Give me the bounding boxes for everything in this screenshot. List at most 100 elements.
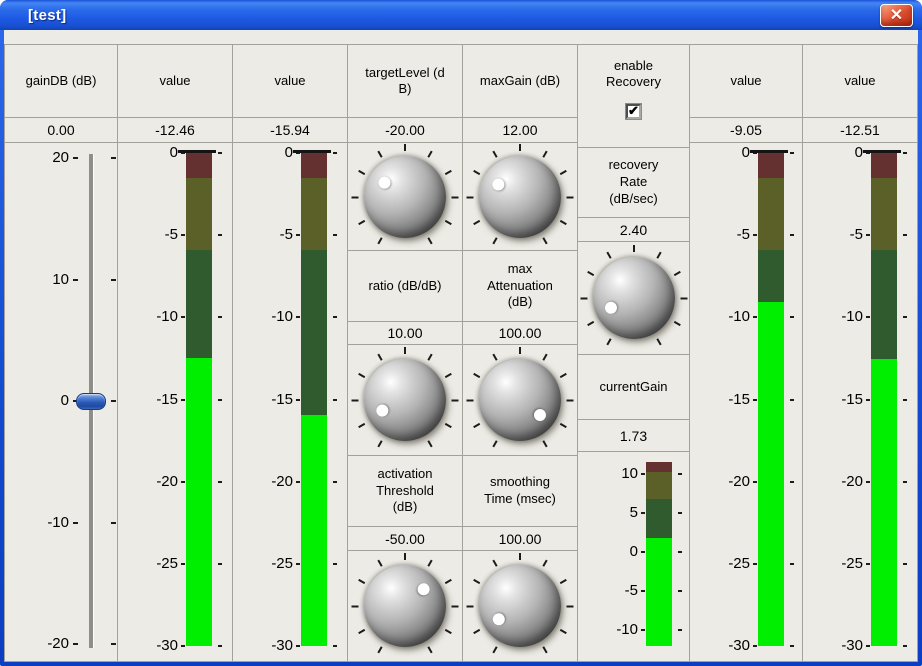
- meter-tick: [641, 590, 645, 592]
- meter-tick: [790, 563, 794, 565]
- meter-tick: [218, 645, 222, 647]
- knob-tick: [680, 298, 687, 300]
- knob-tick: [673, 271, 680, 276]
- meter-level-bar: [758, 302, 784, 646]
- recovery-rate-label: recovery Rate (dB/sec): [578, 148, 689, 218]
- knob-tick: [352, 606, 359, 608]
- meter-zero-cap: [863, 150, 901, 153]
- meter-zone-green: [758, 250, 784, 302]
- meter-scale-label: -30: [690, 637, 750, 654]
- meter-scale-label: -10: [803, 308, 863, 325]
- knob-tick: [352, 400, 359, 402]
- targetlevel-value: -20.00: [348, 118, 462, 143]
- meter-tick: [218, 563, 222, 565]
- activation-threshold-knob[interactable]: [348, 551, 462, 662]
- smoothing-time-knob[interactable]: [463, 551, 577, 662]
- knob-tick: [492, 150, 497, 157]
- meter-zone-red: [646, 462, 672, 472]
- title-bar[interactable]: [test] ✕: [0, 0, 922, 30]
- knob-tick: [445, 423, 452, 428]
- meter-tick: [296, 645, 300, 647]
- meter-tick: [866, 481, 870, 483]
- meter-tick: [753, 481, 757, 483]
- knob-tick: [587, 321, 594, 326]
- knob-body: [479, 156, 561, 238]
- meter-tick: [903, 316, 907, 318]
- column-header: gainDB (dB): [5, 44, 117, 118]
- knob-body: [479, 565, 561, 647]
- max-attenuation-knob[interactable]: [463, 345, 577, 456]
- meter-tick: [866, 563, 870, 565]
- knob-tick: [567, 606, 574, 608]
- meter-scale-label: -25: [690, 555, 750, 572]
- meter-level-bar: [186, 358, 212, 646]
- knob-tick: [560, 423, 567, 428]
- meter-scale-label: -25: [803, 555, 863, 572]
- meter-scale-label: -5: [690, 226, 750, 243]
- knob-tick: [567, 400, 574, 402]
- knob-tick: [519, 144, 521, 151]
- enable-recovery-cell: enable Recovery ✔: [578, 44, 689, 148]
- meter-scale-label: 0: [690, 144, 750, 161]
- slider-tick: [73, 157, 78, 159]
- knob-tick: [492, 354, 497, 361]
- meter-tick: [333, 316, 337, 318]
- knob-tick: [404, 144, 406, 151]
- meter-scale-label: -20: [803, 473, 863, 490]
- slider-scale-label: 0: [5, 392, 69, 409]
- meter-scale-label: -5: [578, 582, 638, 599]
- meter-value: -15.94: [233, 118, 347, 143]
- meter-zero-cap: [750, 150, 788, 153]
- knob-tick: [467, 400, 474, 402]
- close-button[interactable]: ✕: [880, 4, 913, 27]
- gaindb-slider[interactable]: 20100-10-20: [5, 143, 117, 662]
- column-meter-4: value -12.51 0-5-10-15-20-25-30: [803, 44, 918, 662]
- knob-body: [364, 359, 446, 441]
- slider-tick: [111, 522, 116, 524]
- slider-scale-label: -20: [5, 635, 69, 652]
- slider-tick: [73, 643, 78, 645]
- level-meter: 0-5-10-15-20-25-30: [803, 143, 917, 662]
- meter-scale-label: 0: [118, 144, 178, 161]
- meter-scale-label: -5: [118, 226, 178, 243]
- knob-tick: [519, 347, 521, 354]
- meter-tick: [181, 399, 185, 401]
- meter-tick: [790, 152, 794, 154]
- knob-tick: [358, 423, 365, 428]
- knob-body: [593, 257, 675, 339]
- meter-tick: [181, 481, 185, 483]
- knob-tick: [467, 196, 474, 198]
- recovery-rate-knob[interactable]: [578, 242, 689, 355]
- activation-threshold-value: -50.00: [348, 527, 462, 551]
- knob-tick: [542, 560, 547, 567]
- meter-tick: [641, 512, 645, 514]
- maxgain-knob[interactable]: [463, 143, 577, 251]
- meter-zone-red: [301, 153, 327, 178]
- meter-zone-green: [186, 250, 212, 358]
- meter-scale-label: 0: [578, 543, 638, 560]
- column-meter-3: value -9.05 0-5-10-15-20-25-30: [690, 44, 803, 662]
- knob-body: [479, 359, 561, 441]
- knob-tick: [542, 150, 547, 157]
- ratio-knob[interactable]: [348, 345, 462, 456]
- knob-tick: [404, 347, 406, 354]
- meter-scale-label: -25: [118, 555, 178, 572]
- meter-scale-label: -20: [118, 473, 178, 490]
- knob-tick: [427, 354, 432, 361]
- knob-tick: [560, 579, 567, 584]
- slider-tick: [111, 279, 116, 281]
- column-targetlevel: targetLevel (d B) -20.00 ratio (dB/dB) 1…: [348, 44, 463, 662]
- slider-thumb[interactable]: [76, 393, 106, 410]
- targetlevel-knob[interactable]: [348, 143, 462, 251]
- meter-tick: [790, 481, 794, 483]
- meter-tick: [181, 645, 185, 647]
- knob-tick: [427, 646, 432, 653]
- knob-tick: [427, 560, 432, 567]
- window-title: [test]: [28, 7, 66, 24]
- knob-tick: [492, 646, 497, 653]
- knob-tick: [606, 252, 611, 259]
- currentgain-label: currentGain: [578, 355, 689, 420]
- enable-recovery-checkbox[interactable]: ✔: [626, 104, 641, 119]
- meter-tick: [641, 551, 645, 553]
- meter-tick: [296, 399, 300, 401]
